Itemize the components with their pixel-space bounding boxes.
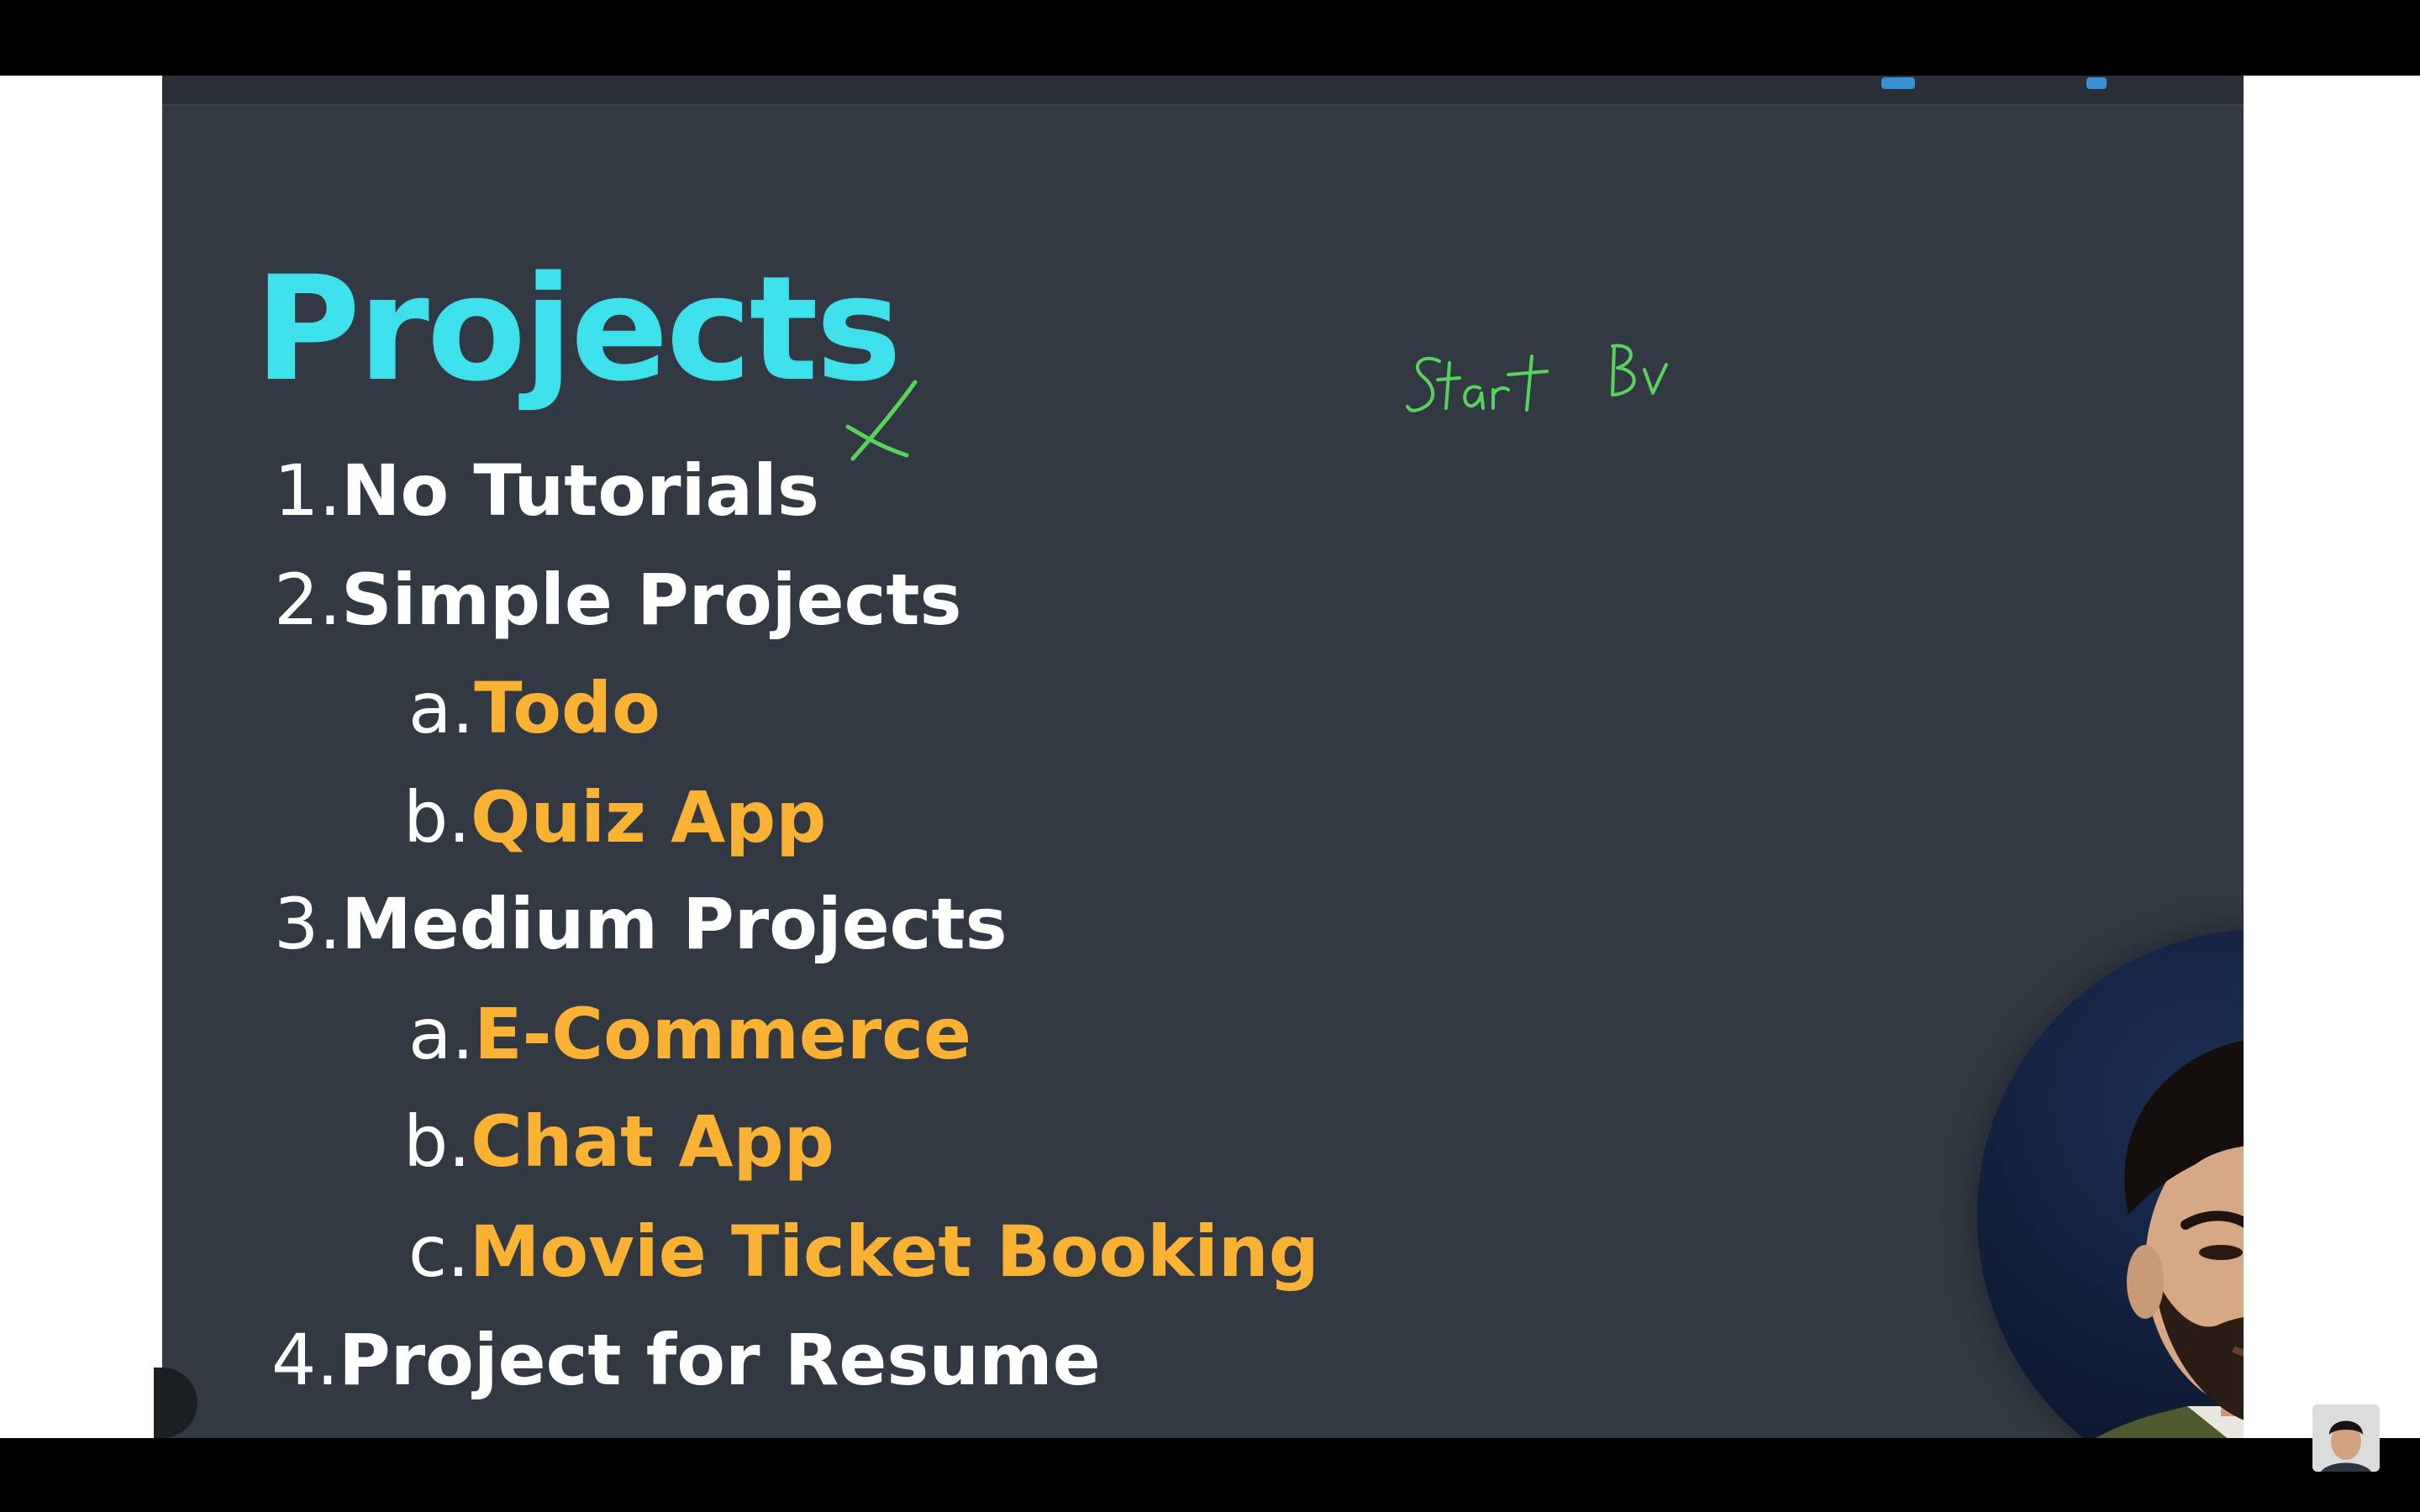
list-marker: 2. (274, 559, 342, 641)
list-marker: b. (403, 1100, 471, 1183)
list-marker: a. (408, 1428, 474, 1438)
list-item-text: Project for Resume (339, 1319, 1101, 1401)
list-subitem: a.E-Commerce (408, 999, 971, 1069)
list-marker: 3. (274, 883, 342, 965)
left-white-margin (0, 76, 162, 1438)
top-black-bar (0, 0, 2420, 76)
list-marker: a. (408, 993, 475, 1075)
toolbar-icon (1881, 77, 1915, 89)
list-subitem: b.Chat App (403, 1106, 834, 1177)
list-marker: a. (408, 667, 475, 749)
right-white-margin (2244, 76, 2420, 1438)
list-item: 1.No Tutorials (274, 455, 819, 526)
list-item-text: Quiz App (471, 776, 827, 858)
list-item-text: Pick a Real World Problem/ Idea (474, 1428, 1746, 1438)
list-item-text: Simple Projects (341, 559, 962, 641)
list-item-text: Chat App (471, 1100, 834, 1183)
list-marker: b. (403, 776, 471, 858)
avatar-picture (2312, 1404, 2380, 1472)
list-subitem: c.Movie Ticket Booking (408, 1216, 1319, 1287)
list-item: 4.Project for Resume (271, 1325, 1101, 1395)
list-item-text: Movie Ticket Booking (469, 1210, 1319, 1293)
channel-avatar-icon[interactable] (2312, 1404, 2380, 1472)
list-subitem: a.Todo (408, 673, 660, 743)
list-item: 2.Simple Projects (274, 564, 962, 635)
handwritten-note-start-bv (1406, 344, 1668, 412)
list-marker: c. (408, 1210, 470, 1293)
slide-title: Projects (255, 244, 902, 413)
list-item-text: Medium Projects (341, 883, 1007, 965)
presentation-slide: Projects 1.No Tutorials 2.Simple Project… (162, 76, 2244, 1438)
list-marker: 1. (274, 449, 342, 532)
presenter-portrait (1977, 929, 2244, 1438)
list-subitem: b.Quiz App (403, 782, 826, 853)
cross-mark-icon (845, 380, 918, 461)
slide-top-strip (162, 76, 2244, 106)
list-item-text: E-Commerce (474, 993, 972, 1075)
list-item: 3.Medium Projects (274, 889, 1007, 959)
bottom-black-bar (0, 1438, 2420, 1512)
list-marker: 4. (271, 1319, 339, 1401)
list-item-text: Todo (474, 667, 660, 749)
toolbar-icon (2086, 77, 2107, 89)
list-item-text: No Tutorials (341, 449, 819, 532)
presenter-webcam (1977, 929, 2244, 1438)
